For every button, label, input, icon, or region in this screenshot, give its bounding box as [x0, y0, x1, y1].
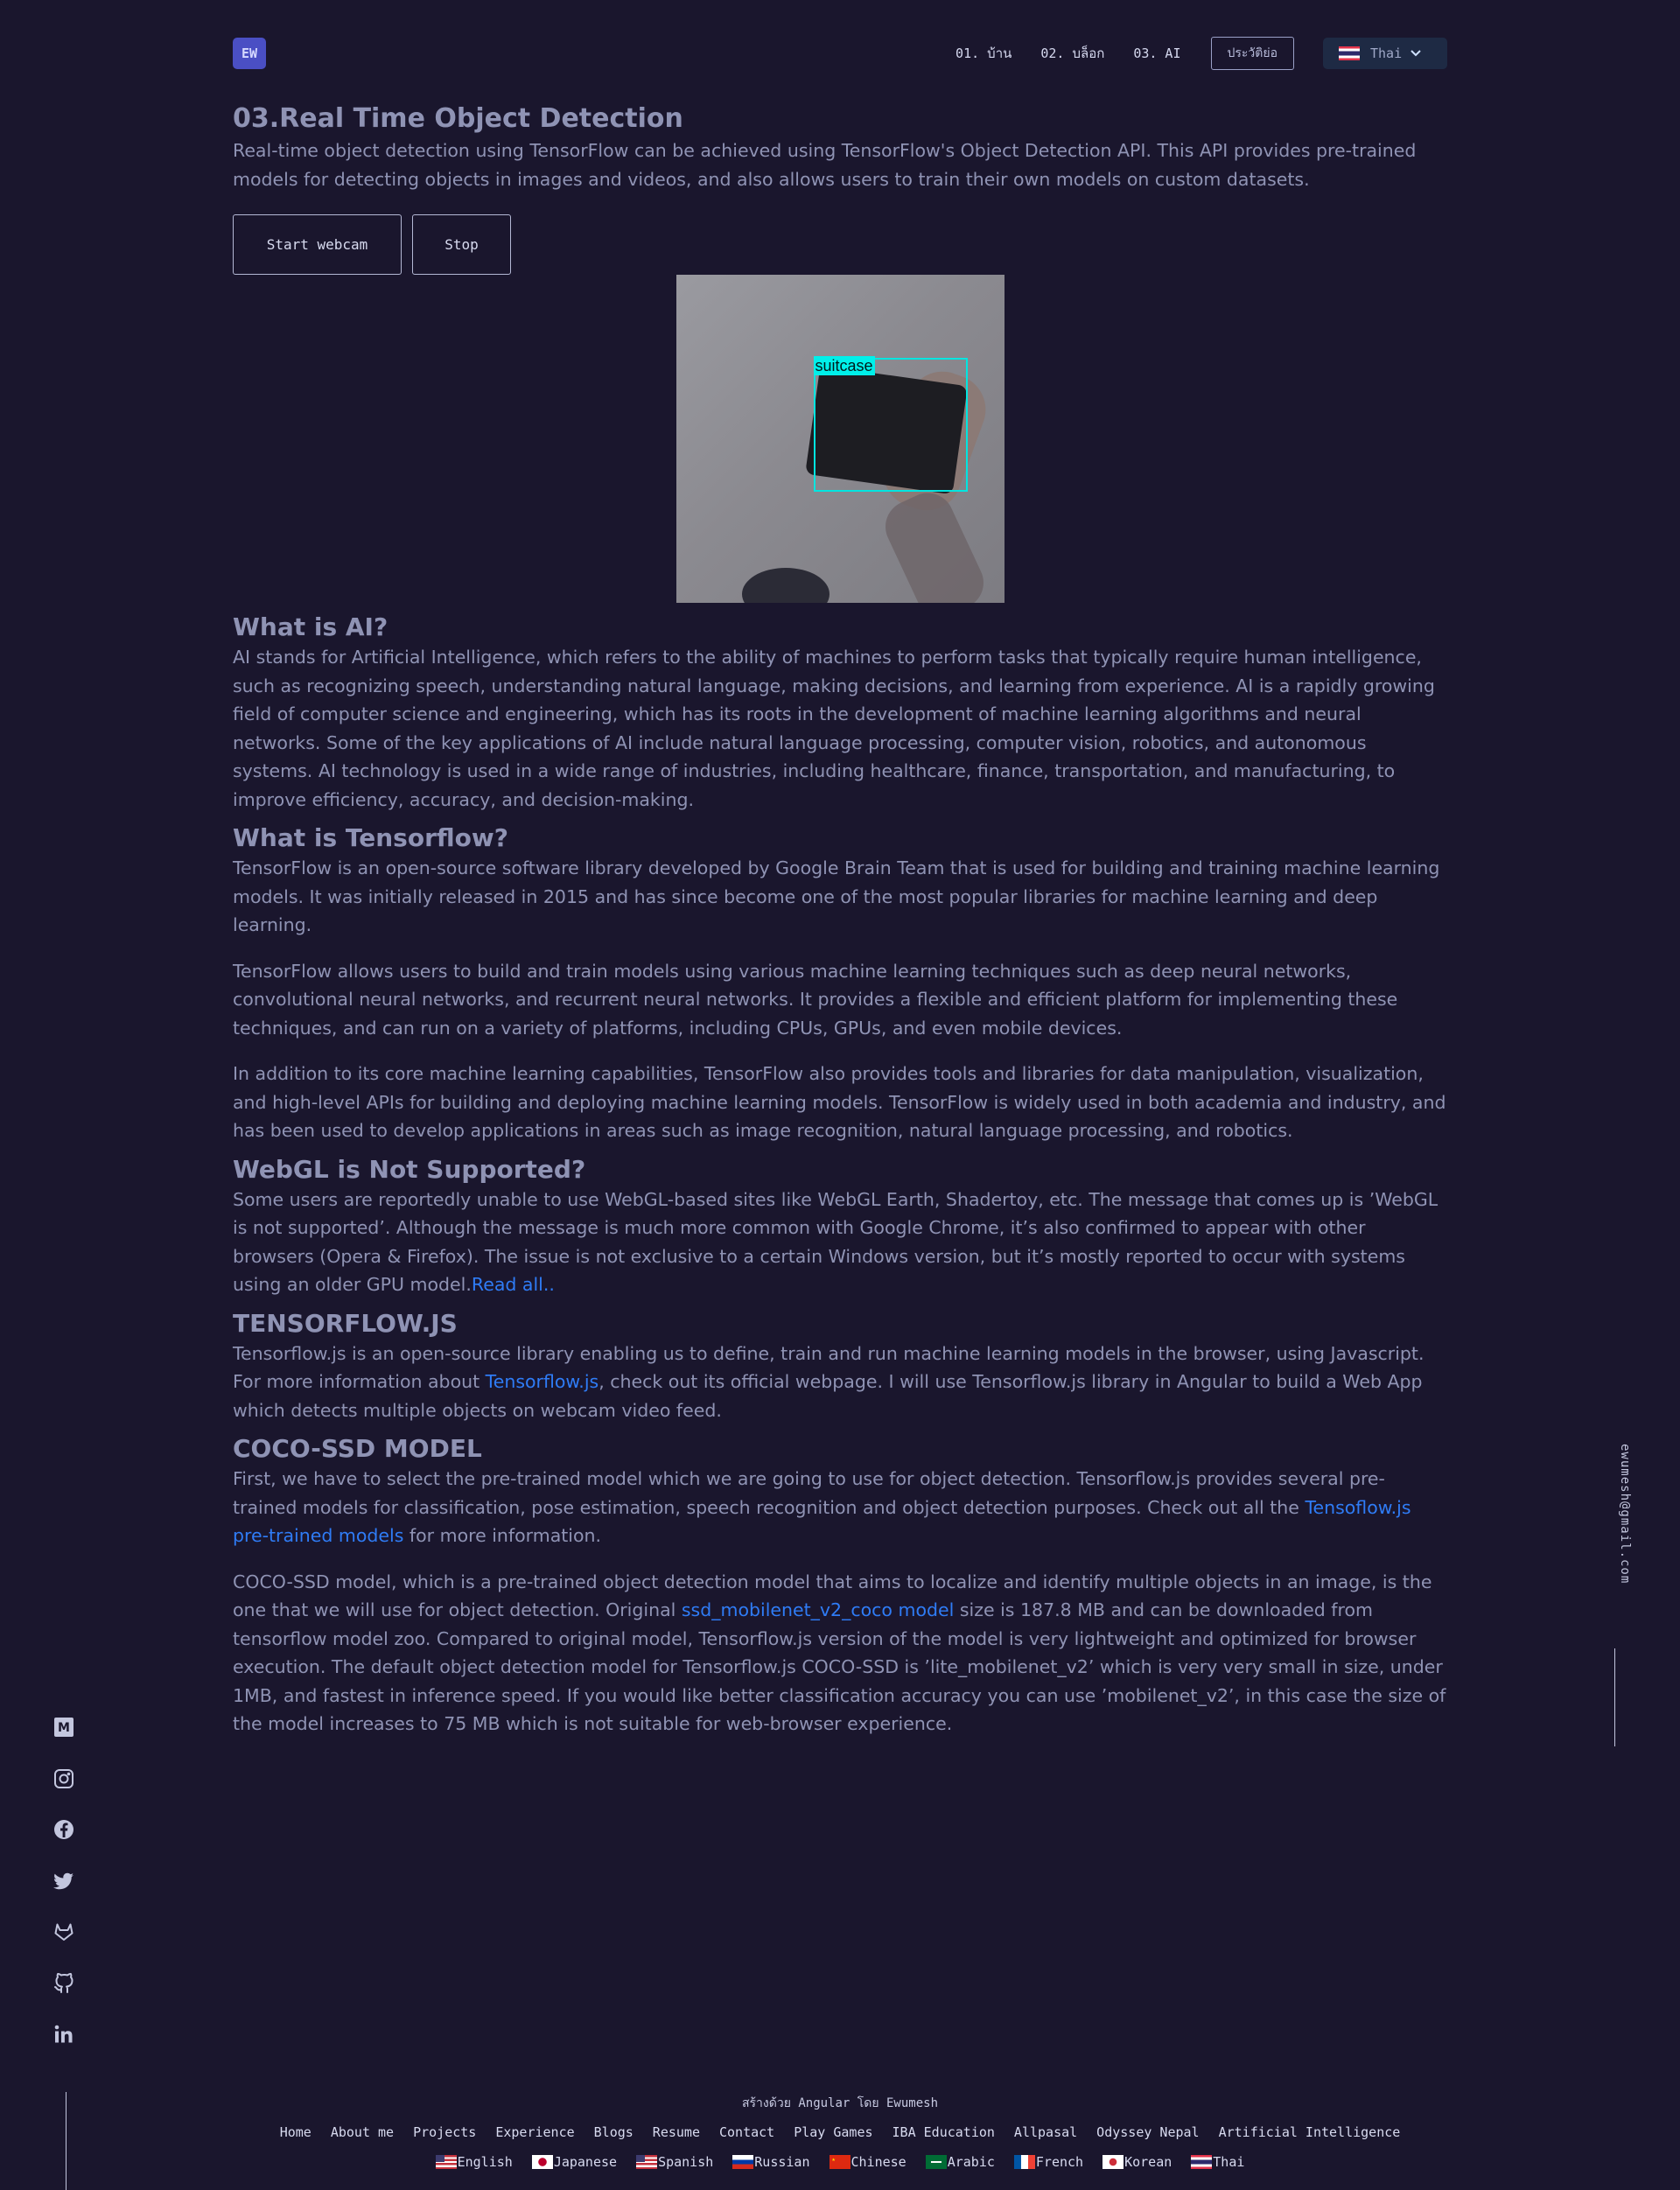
- resume-button[interactable]: ประวัติย่อ: [1210, 37, 1294, 70]
- language-select-value: Thai: [1370, 45, 1403, 61]
- footer-lang-english[interactable]: English: [435, 2154, 513, 2170]
- footer-link-odyssey-nepal[interactable]: Odyssey Nepal: [1096, 2124, 1199, 2140]
- main-nav: 01. บ้าน 02. บล็อก 03. AI ประวัติย่อ Tha…: [956, 37, 1447, 70]
- footer-lang-arabic-label: Arabic: [947, 2154, 995, 2170]
- nav-ai[interactable]: 03. AI: [1133, 45, 1180, 61]
- russia-flag-icon: [732, 2155, 754, 2169]
- arm-shape: [876, 484, 992, 603]
- korea-flag-icon: [1102, 2155, 1124, 2169]
- footer-link-home[interactable]: Home: [280, 2124, 312, 2140]
- ai-text: AI stands for Artificial Intelligence, w…: [233, 647, 1435, 810]
- footer-lang-chinese-label: Chinese: [850, 2154, 906, 2170]
- main-content: 03.Real Time Object Detection Real-time …: [233, 101, 1447, 1739]
- tensorflow-text-2: TensorFlow allows users to build and tra…: [233, 960, 1398, 1039]
- footer-link-projects[interactable]: Projects: [413, 2124, 476, 2140]
- heading-what-is-tensorflow: What is Tensorflow?: [233, 823, 508, 852]
- footer-lang-english-label: English: [457, 2154, 513, 2170]
- footer-links: Home About me Projects Experience Blogs …: [0, 2124, 1680, 2140]
- china-flag-icon: ★: [829, 2155, 850, 2169]
- detection-bounding-box: [813, 358, 968, 492]
- footer-lang-chinese[interactable]: ★ Chinese: [829, 2154, 906, 2170]
- right-divider-line: [1614, 1648, 1615, 1746]
- language-select[interactable]: Thai: [1323, 38, 1447, 69]
- webgl-text: Some users are reportedly unable to use …: [233, 1188, 1438, 1296]
- footer-link-allpasal[interactable]: Allpasal: [1014, 2124, 1077, 2140]
- footer-lang-korean-label: Korean: [1124, 2154, 1172, 2170]
- japan-flag-icon: [531, 2155, 553, 2169]
- tensorflow-text-3: In addition to its core machine learning…: [233, 1063, 1446, 1141]
- site-footer: สร้างด้วย Angular โดย Ewumesh Home About…: [0, 2096, 1680, 2170]
- heading-coco-ssd: COCO-SSD MODEL: [233, 1434, 482, 1463]
- footer-lang-korean[interactable]: Korean: [1102, 2154, 1172, 2170]
- footer-lang-arabic[interactable]: Arabic: [925, 2154, 995, 2170]
- footer-link-contact[interactable]: Contact: [719, 2124, 774, 2140]
- saudi-flag-icon: [925, 2155, 947, 2169]
- github-icon[interactable]: [53, 1972, 74, 1994]
- social-links: M: [53, 1717, 76, 2075]
- footer-link-about[interactable]: About me: [331, 2124, 394, 2140]
- footer-lang-spanish-label: Spanish: [658, 2154, 714, 2170]
- footer-lang-russian-label: Russian: [754, 2154, 810, 2170]
- webcam-video: suitcase: [676, 275, 1004, 603]
- nav-blog[interactable]: 02. บล็อก: [1040, 43, 1104, 64]
- svg-text:M: M: [58, 1721, 70, 1735]
- footer-lang-french[interactable]: French: [1013, 2154, 1084, 2170]
- footer-languages: English Japanese Spanish Russian ★ Chine…: [0, 2154, 1680, 2170]
- facebook-icon[interactable]: [53, 1819, 74, 1840]
- ssd-mobilenet-link[interactable]: ssd_mobilenet_v2_coco model: [682, 1599, 954, 1620]
- coco-paragraph-2: COCO-SSD model, which is a pre-trained o…: [233, 1568, 1447, 1739]
- start-webcam-button[interactable]: Start webcam: [233, 214, 402, 275]
- footer-lang-japanese-label: Japanese: [553, 2154, 618, 2170]
- us-flag-icon: [636, 2155, 658, 2169]
- france-flag-icon: [1013, 2155, 1035, 2169]
- chevron-down-icon: [1410, 47, 1421, 60]
- heading-tensorflow-js: TENSORFLOW.JS: [233, 1308, 458, 1338]
- coco-text-1b: for more information.: [403, 1525, 602, 1546]
- tfjs-paragraph: Tensorflow.js is an open-source library …: [233, 1340, 1447, 1425]
- footer-lang-thai-label: Thai: [1213, 2154, 1245, 2170]
- webcam-container: suitcase: [233, 275, 1447, 603]
- heading-webgl: WebGL is Not Supported?: [233, 1154, 586, 1184]
- footer-link-resume[interactable]: Resume: [653, 2124, 700, 2140]
- thai-flag-icon: [1191, 2155, 1213, 2169]
- footer-lang-japanese[interactable]: Japanese: [531, 2154, 618, 2170]
- coco-text-1a: First, we have to select the pre-trained…: [233, 1468, 1385, 1518]
- tensorflow-text-1: TensorFlow is an open-source software li…: [233, 857, 1440, 935]
- nav-home[interactable]: 01. บ้าน: [956, 43, 1012, 64]
- footer-lang-thai[interactable]: Thai: [1191, 2154, 1244, 2170]
- detection-label: suitcase: [813, 356, 875, 375]
- intro-text: Real-time object detection using TensorF…: [233, 140, 1417, 190]
- heading-what-is-ai: What is AI?: [233, 612, 388, 641]
- twitter-icon[interactable]: [53, 1871, 74, 1892]
- page-title: 03.Real Time Object Detection: [233, 103, 683, 134]
- webgl-paragraph: Some users are reportedly unable to use …: [233, 1186, 1447, 1299]
- footer-link-iba-education[interactable]: IBA Education: [892, 2124, 995, 2140]
- footer-lang-french-label: French: [1035, 2154, 1084, 2170]
- instagram-icon[interactable]: [53, 1768, 74, 1789]
- footer-lang-spanish[interactable]: Spanish: [636, 2154, 713, 2170]
- footer-link-blogs[interactable]: Blogs: [594, 2124, 634, 2140]
- thai-flag-icon: [1339, 46, 1360, 60]
- site-header: EW 01. บ้าน 02. บล็อก 03. AI ประวัติย่อ …: [233, 37, 1447, 72]
- footer-link-play-games[interactable]: Play Games: [794, 2124, 872, 2140]
- stop-button[interactable]: Stop: [412, 214, 511, 275]
- gitlab-icon[interactable]: [53, 1921, 74, 1942]
- medium-icon[interactable]: M: [53, 1717, 74, 1738]
- us-flag-icon: [435, 2155, 457, 2169]
- footer-lang-russian[interactable]: Russian: [732, 2154, 810, 2170]
- email-link[interactable]: ewumesh@gmail.com: [1614, 1444, 1632, 1606]
- built-by-text: สร้างด้วย Angular โดย Ewumesh: [741, 2096, 939, 2110]
- footer-link-artificial-intelligence[interactable]: Artificial Intelligence: [1219, 2124, 1401, 2140]
- tensorflow-js-link[interactable]: Tensorflow.js: [486, 1371, 599, 1392]
- coco-paragraph-1: First, we have to select the pre-trained…: [233, 1465, 1447, 1550]
- read-all-link[interactable]: Read all..: [472, 1274, 555, 1295]
- head-shadow: [741, 568, 830, 603]
- webcam-controls: Start webcam Stop: [233, 214, 1447, 275]
- footer-link-experience[interactable]: Experience: [495, 2124, 574, 2140]
- linkedin-icon[interactable]: [53, 2024, 74, 2045]
- site-logo[interactable]: EW: [233, 38, 266, 69]
